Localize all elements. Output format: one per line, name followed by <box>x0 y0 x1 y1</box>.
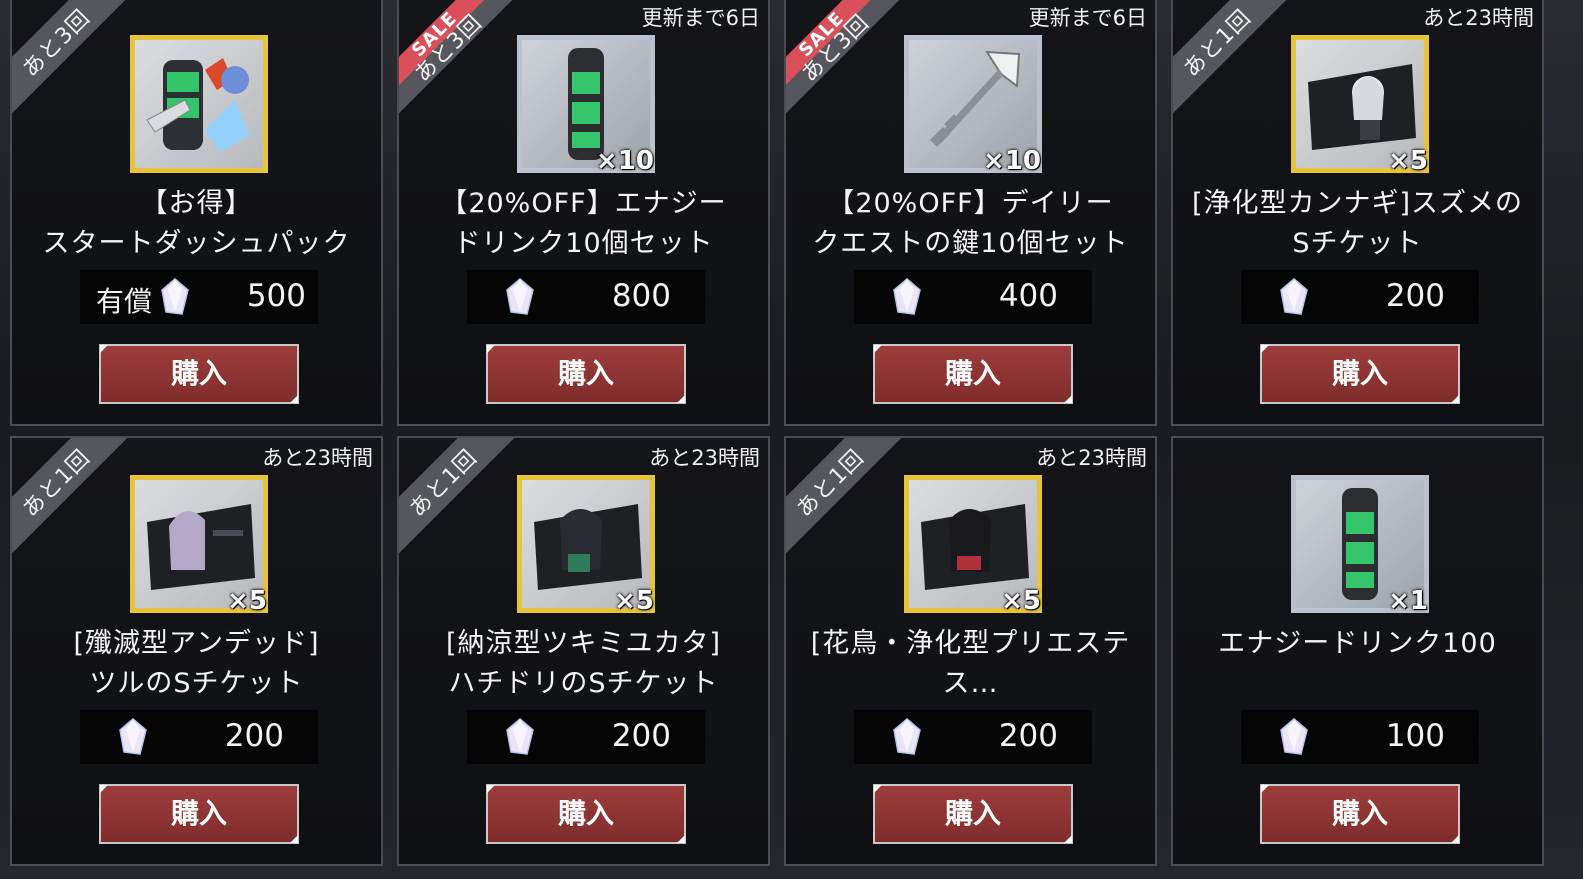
shop-item-card[interactable]: あと1回 あと23時間 ×5 [浄化型カンナギ]スズメの Sチケット 200 購… <box>1171 0 1544 426</box>
item-quantity: ×1 <box>1388 586 1428 616</box>
buy-button[interactable]: 購入 <box>486 344 686 404</box>
remaining-count: あと1回 <box>1179 5 1257 83</box>
gem-icon <box>506 718 534 755</box>
remaining-count: あと1回 <box>405 445 483 523</box>
item-name: 【20%OFF】エナジー ドリンク10個セット <box>399 184 768 264</box>
item-name: 【20%OFF】デイリー クエストの鍵10個セット <box>786 184 1155 264</box>
remaining-count: あと1回 <box>792 445 870 523</box>
item-name-line2: スタートダッシュパック <box>42 228 351 259</box>
time-left: あと23時間 <box>1036 446 1147 470</box>
shop-item-card[interactable]: あと3回 【お得】 スタートダッシュパック 有償 500 購入 <box>10 0 383 426</box>
item-name: [浄化型カンナギ]スズメの Sチケット <box>1173 184 1542 264</box>
price-box: 200 <box>1241 270 1479 324</box>
gem-icon <box>119 718 147 755</box>
item-name: 【お得】 スタートダッシュパック <box>12 184 381 264</box>
item-name-line2: Sチケット <box>1292 228 1423 259</box>
shop-grid: あと3回 【お得】 スタートダッシュパック 有償 500 購入 SALE あと3… <box>0 0 1583 879</box>
gem-icon <box>161 278 189 315</box>
price-box: 800 <box>467 270 705 324</box>
time-left: あと23時間 <box>262 446 373 470</box>
item-name-line2: ドリンク10個セット <box>453 228 714 259</box>
item-thumbnail: ×10 <box>517 35 655 176</box>
starter-pack-icon <box>146 58 250 152</box>
item-name: エナジードリンク100 <box>1173 624 1542 664</box>
remaining-count-ribbon: あと1回 <box>786 438 904 557</box>
item-quantity: ×5 <box>614 586 654 616</box>
buy-button[interactable]: 購入 <box>1260 344 1460 404</box>
item-name-line1: 【20%OFF】エナジー <box>440 188 727 219</box>
item-name-line1: 【お得】 <box>140 188 253 219</box>
price-box: 200 <box>467 710 705 764</box>
item-thumbnail: ×5 <box>517 475 655 616</box>
item-thumbnail: ×10 <box>904 35 1042 176</box>
item-name-line2: クエストの鍵10個セット <box>812 228 1129 259</box>
gem-icon <box>506 278 534 315</box>
item-thumbnail: ×5 <box>904 475 1042 616</box>
remaining-count: あと3回 <box>18 5 96 83</box>
shop-item-card[interactable]: あと1回 あと23時間 ×5 [花鳥・浄化型プリエステ ス… 200 購入 <box>784 436 1157 866</box>
item-quantity: ×10 <box>596 146 654 176</box>
buy-button[interactable]: 購入 <box>873 784 1073 844</box>
time-left: あと23時間 <box>1423 6 1534 30</box>
buy-button[interactable]: 購入 <box>1260 784 1460 844</box>
item-quantity: ×5 <box>227 586 267 616</box>
item-quantity: ×5 <box>1388 146 1428 176</box>
price-box: 400 <box>854 270 1092 324</box>
price-value: 200 <box>1385 278 1445 314</box>
price-value: 800 <box>611 278 671 314</box>
item-name-line1: [浄化型カンナギ]スズメの <box>1191 188 1524 219</box>
item-name: [殲滅型アンデッド] ツルのSチケット <box>12 624 381 704</box>
sale-ribbon: SALE あと3回 <box>786 0 904 117</box>
item-name-line2: ツルのSチケット <box>89 668 304 699</box>
item-name-line1: [花鳥・浄化型プリエステ <box>810 628 1131 659</box>
item-name: [納涼型ツキミユカタ] ハチドリのSチケット <box>399 624 768 704</box>
item-name-line1: エナジードリンク100 <box>1218 628 1497 659</box>
buy-button[interactable]: 購入 <box>99 344 299 404</box>
remaining-count-ribbon: あと1回 <box>1173 0 1291 117</box>
remaining-count-ribbon: あと3回 <box>12 0 130 117</box>
price-value: 200 <box>998 718 1058 754</box>
gem-icon <box>893 278 921 315</box>
gem-icon <box>1280 718 1308 755</box>
price-value: 200 <box>224 718 284 754</box>
price-value: 200 <box>611 718 671 754</box>
price-box: 200 <box>80 710 318 764</box>
shop-item-card[interactable]: ×1 エナジードリンク100 100 購入 <box>1171 436 1544 866</box>
remaining-count: あと1回 <box>18 445 96 523</box>
item-name-line2: ス… <box>942 668 999 699</box>
price-value: 100 <box>1385 718 1445 754</box>
time-left: あと23時間 <box>649 446 760 470</box>
gem-icon <box>893 718 921 755</box>
buy-button[interactable]: 購入 <box>873 344 1073 404</box>
item-name-line2: ハチドリのSチケット <box>448 668 719 699</box>
paid-label: 有償 <box>96 285 153 318</box>
item-quantity: ×5 <box>1001 586 1041 616</box>
item-thumbnail <box>130 35 268 173</box>
price-box: 100 <box>1241 710 1479 764</box>
item-thumbnail: ×5 <box>1291 35 1429 176</box>
shop-item-card[interactable]: あと1回 あと23時間 ×5 [納涼型ツキミユカタ] ハチドリのSチケット 20… <box>397 436 770 866</box>
remaining-count-ribbon: あと1回 <box>12 438 130 557</box>
item-name-line1: [殲滅型アンデッド] <box>73 628 320 659</box>
item-name-line1: 【20%OFF】デイリー <box>827 188 1114 219</box>
item-name: [花鳥・浄化型プリエステ ス… <box>786 624 1155 704</box>
refresh-timer: 更新まで6日 <box>641 6 760 30</box>
buy-button[interactable]: 購入 <box>486 784 686 844</box>
price-box: 有償 500 <box>80 270 318 324</box>
item-name-line1: [納涼型ツキミユカタ] <box>445 628 722 659</box>
price-value: 400 <box>998 278 1058 314</box>
refresh-timer: 更新まで6日 <box>1028 6 1147 30</box>
remaining-count-ribbon: あと1回 <box>399 438 517 557</box>
sale-ribbon: SALE あと3回 <box>399 0 517 117</box>
item-thumbnail: ×5 <box>130 475 268 616</box>
price-box: 200 <box>854 710 1092 764</box>
item-quantity: ×10 <box>983 146 1041 176</box>
shop-item-card[interactable]: SALE あと3回 更新まで6日 ×10 【20%OFF】デイリー クエストの鍵… <box>784 0 1157 426</box>
shop-item-card[interactable]: あと1回 あと23時間 ×5 [殲滅型アンデッド] ツルのSチケット 200 購… <box>10 436 383 866</box>
price-value: 500 <box>246 278 306 314</box>
gem-icon <box>1280 278 1308 315</box>
item-thumbnail: ×1 <box>1291 475 1429 616</box>
shop-item-card[interactable]: SALE あと3回 更新まで6日 ×10 【20%OFF】エナジー ドリンク10… <box>397 0 770 426</box>
buy-button[interactable]: 購入 <box>99 784 299 844</box>
